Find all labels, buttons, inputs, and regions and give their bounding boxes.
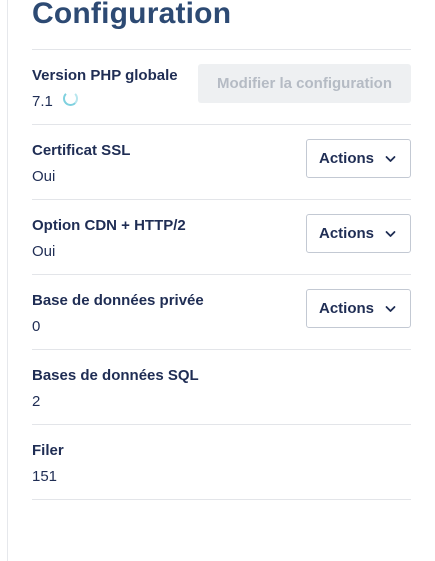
actions-button-label: Actions — [319, 300, 375, 317]
row-label: Certificat SSL — [32, 142, 131, 159]
row-filer: Filer 151 — [32, 424, 411, 500]
configuration-panel: Configuration Version PHP globale 7.1 Mo… — [7, 0, 435, 561]
configuration-list: Version PHP globale 7.1 Modifier la conf… — [32, 49, 411, 500]
modify-configuration-button[interactable]: Modifier la configuration — [198, 64, 411, 103]
private-database-actions-button[interactable]: Actions — [306, 289, 411, 328]
row-value: Oui — [32, 168, 56, 185]
row-label: Version PHP globale — [32, 67, 178, 84]
row-value: Oui — [32, 243, 56, 260]
row-private-database: Base de données privée 0 Actions — [32, 274, 411, 349]
row-label: Option CDN + HTTP/2 — [32, 217, 186, 234]
row-ssl-certificate: Certificat SSL Oui Actions — [32, 124, 411, 199]
cdn-actions-button[interactable]: Actions — [306, 214, 411, 253]
row-sql-databases: Bases de données SQL 2 — [32, 349, 411, 424]
row-value-wrapper: 7.1 — [32, 91, 78, 110]
row-value: 151 — [32, 468, 58, 485]
row-value: 0 — [32, 318, 41, 335]
row-value: 2 — [32, 393, 41, 410]
row-label: Filer — [32, 442, 64, 459]
row-value: 7.1 — [32, 93, 53, 110]
chevron-down-icon — [385, 155, 396, 162]
row-label: Base de données privée — [32, 292, 204, 309]
actions-button-label: Actions — [319, 225, 375, 242]
spinner-icon — [62, 91, 78, 106]
row-php-version: Version PHP globale 7.1 Modifier la conf… — [32, 49, 411, 124]
chevron-down-icon — [385, 230, 396, 237]
ssl-actions-button[interactable]: Actions — [306, 139, 411, 178]
page-title: Configuration — [32, 0, 232, 30]
chevron-down-icon — [385, 305, 396, 312]
actions-button-label: Actions — [319, 150, 375, 167]
row-cdn-option: Option CDN + HTTP/2 Oui Actions — [32, 199, 411, 274]
row-label: Bases de données SQL — [32, 367, 199, 384]
